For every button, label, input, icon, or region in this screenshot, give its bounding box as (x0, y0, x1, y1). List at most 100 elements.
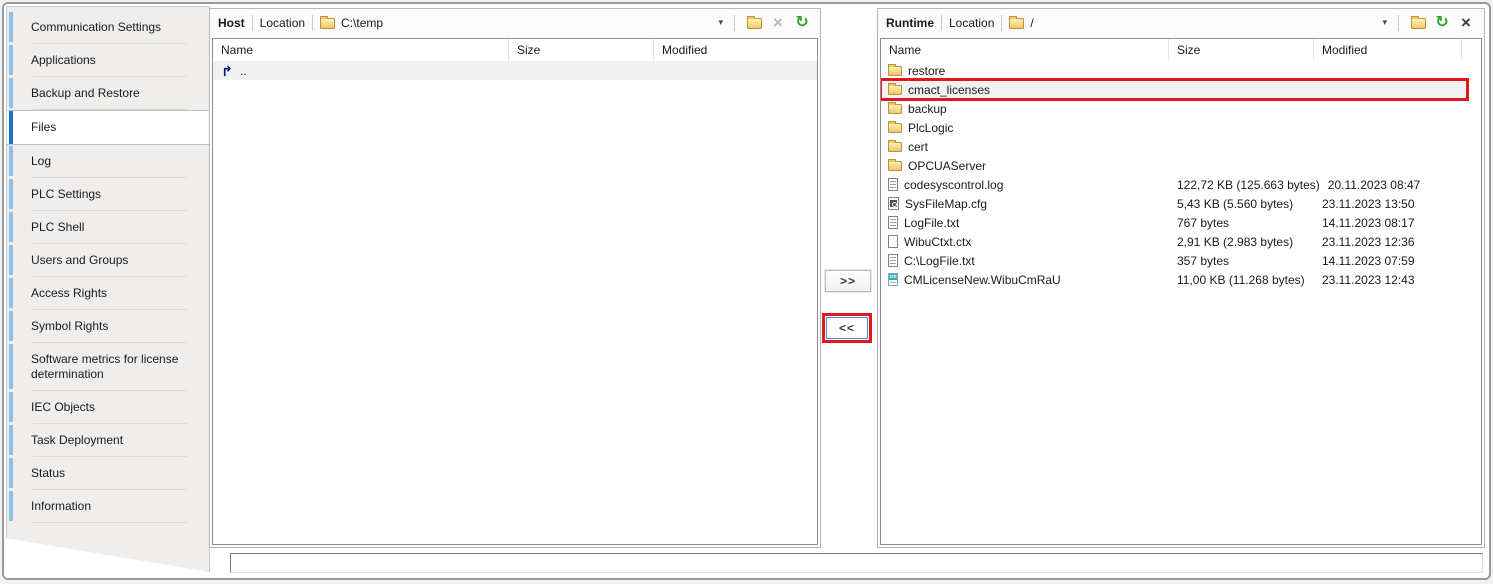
cell-modified: 23.11.2023 12:43 (1314, 273, 1474, 287)
runtime-rows: restore cmact_licensesbackup PlcLogic cert O… (881, 61, 1481, 289)
file-row-wibuctxt-ctx[interactable]: WibuCtxt.ctx2,91 KB (2.983 bytes)23.11.2… (881, 232, 1481, 251)
cell-name: cert (881, 140, 1169, 154)
column-header-name[interactable]: Name (213, 39, 509, 61)
folder-icon (888, 123, 902, 133)
page: Communication Settings Applications Backup… (0, 0, 1493, 584)
sidebar-item-information[interactable]: Information (7, 490, 209, 523)
runtime-path[interactable]: / (1030, 16, 1033, 30)
sidebar-item-label: Users and Groups (31, 253, 128, 267)
sidebar-item-software-metrics-for-license-determination[interactable]: Software metrics for license determinati… (7, 343, 209, 391)
file-row-restore[interactable]: restore (881, 61, 1481, 80)
delete-button[interactable]: × (768, 13, 788, 33)
column-header-size[interactable]: Size (509, 39, 654, 61)
column-header-modified[interactable]: Modified (1314, 39, 1462, 61)
file-text-icon (888, 254, 898, 267)
runtime-location-label: Location (949, 16, 994, 30)
file-name: SysFileMap.cfg (905, 197, 987, 211)
current-folder-icon (1009, 18, 1024, 29)
cell-modified: 14.11.2023 07:59 (1314, 254, 1474, 268)
new-folder-icon (747, 18, 762, 29)
sidebar-item-status[interactable]: Status (7, 457, 209, 490)
file-row-sysfilemap-cfg[interactable]: SysFileMap.cfg 5,43 KB (5.560 bytes)23.11… (881, 194, 1481, 213)
sidebar-item-label: Access Rights (31, 286, 107, 300)
folder-icon (888, 85, 902, 95)
column-header-name[interactable]: Name (881, 39, 1169, 61)
cell-name: PlcLogic (881, 121, 1169, 135)
toolbar-separator (1001, 15, 1002, 31)
cell-name: C:\LogFile.txt (881, 254, 1169, 268)
runtime-list-header: Name Size Modified (881, 39, 1481, 61)
new-folder-button[interactable] (1408, 13, 1428, 33)
sidebar: Communication Settings Applications Backup… (6, 6, 210, 572)
sidebar-item-label: Software metrics for license determinati… (31, 352, 178, 381)
file-row-c-logfile-txt[interactable]: C:\LogFile.txt 357 bytes14.11.2023 07:59 (881, 251, 1481, 270)
highlight-box-copy-to-host: << (822, 313, 872, 343)
cell-name: SysFileMap.cfg (881, 197, 1169, 211)
sidebar-item-label: Applications (31, 53, 96, 67)
cell-size: 11,00 KB (11.268 bytes) (1169, 273, 1314, 287)
cell-name: CMLicenseNew.WibuCmRaU (881, 273, 1169, 287)
file-config-icon (888, 197, 899, 210)
host-pane: Host Location C:\temp ▾ × ↻ Name Size Mo… (209, 8, 821, 548)
sidebar-item-files[interactable]: Files (7, 110, 210, 145)
up-directory-icon: ↱ (220, 65, 234, 77)
refresh-button[interactable]: ↻ (792, 13, 812, 33)
file-row-logfile-txt[interactable]: LogFile.txt767 bytes14.11.2023 08:17 (881, 213, 1481, 232)
sidebar-item-access-rights[interactable]: Access Rights (7, 277, 209, 310)
sidebar-item-plc-shell[interactable]: PLC Shell (7, 211, 209, 244)
sidebar-item-log[interactable]: Log (7, 145, 209, 178)
copy-to-runtime-button[interactable]: >> (825, 270, 871, 292)
cell-name: backup (881, 102, 1169, 116)
file-row-cmlicensenew-wibucmrau[interactable]: CMLicenseNew.WibuCmRaU11,00 KB (11.268 b… (881, 270, 1481, 289)
column-header-size[interactable]: Size (1169, 39, 1314, 61)
chevron-down-icon[interactable]: ▾ (1382, 17, 1387, 28)
file-row-[interactable]: ↱.. (213, 61, 817, 80)
sidebar-item-plc-settings[interactable]: PLC Settings (7, 178, 209, 211)
sidebar-item-task-deployment[interactable]: Task Deployment (7, 424, 209, 457)
sidebar-item-symbol-rights[interactable]: Symbol Rights (7, 310, 209, 343)
refresh-button[interactable]: ↻ (1432, 13, 1452, 33)
sidebar-item-applications[interactable]: Applications (7, 44, 209, 77)
cell-size: 5,43 KB (5.560 bytes) (1169, 197, 1314, 211)
sidebar-item-label: IEC Objects (31, 400, 95, 414)
cell-size: 357 bytes (1169, 254, 1314, 268)
file-row-cert[interactable]: cert (881, 137, 1481, 156)
sidebar-item-users-and-groups[interactable]: Users and Groups (7, 244, 209, 277)
file-row-plclogic[interactable]: PlcLogic (881, 118, 1481, 137)
host-path[interactable]: C:\temp (341, 16, 383, 30)
cell-modified: 14.11.2023 08:17 (1314, 216, 1474, 230)
file-row-cmact-licenses[interactable]: cmact_licenses (881, 80, 1467, 99)
sidebar-item-label: PLC Settings (31, 187, 101, 201)
cell-name: restore (881, 64, 1169, 78)
toolbar-separator (312, 15, 313, 31)
file-name: C:\LogFile.txt (904, 254, 975, 268)
file-name: .. (240, 64, 247, 78)
runtime-file-list: Name Size Modified restore cmact_licenses… (880, 38, 1482, 545)
column-header-modified[interactable]: Modified (654, 39, 817, 61)
folder-icon (888, 142, 902, 152)
file-text-icon (888, 178, 898, 191)
chevron-down-icon[interactable]: ▾ (718, 17, 723, 28)
cell-name: LogFile.txt (881, 216, 1169, 230)
close-button[interactable]: × (1456, 13, 1476, 33)
new-folder-button[interactable] (744, 13, 764, 33)
cell-size: 2,91 KB (2.983 bytes) (1169, 235, 1314, 249)
sidebar-item-label: Backup and Restore (31, 86, 140, 100)
host-rows: ↱.. (213, 61, 817, 80)
file-plain-icon (888, 235, 898, 248)
file-name: codesyscontrol.log (904, 178, 1003, 192)
file-name: cmact_licenses (908, 83, 990, 97)
file-row-codesyscontrol-log[interactable]: codesyscontrol.log122,72 KB (125.663 byt… (881, 175, 1481, 194)
file-row-opcuaserver[interactable]: OPCUAServer (881, 156, 1481, 175)
file-name: PlcLogic (908, 121, 953, 135)
copy-to-host-button[interactable]: << (826, 317, 868, 339)
file-name: cert (908, 140, 928, 154)
sidebar-item-backup-and-restore[interactable]: Backup and Restore (7, 77, 209, 110)
cell-modified: 23.11.2023 13:50 (1314, 197, 1474, 211)
file-row-backup[interactable]: backup (881, 99, 1481, 118)
sidebar-item-iec-objects[interactable]: IEC Objects (7, 391, 209, 424)
file-cm-icon (888, 273, 898, 286)
sidebar-item-communication-settings[interactable]: Communication Settings (7, 11, 209, 44)
folder-icon (888, 161, 902, 171)
sidebar-tabs: Communication Settings Applications Backup… (7, 7, 209, 523)
